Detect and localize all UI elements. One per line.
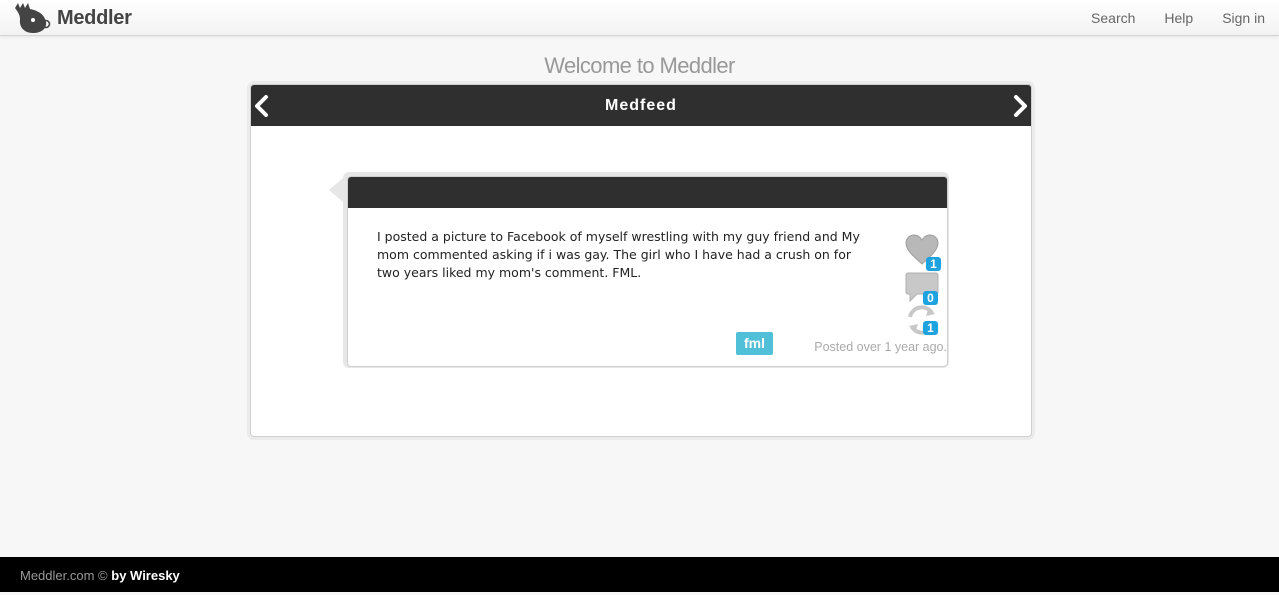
like-count: 1 <box>926 257 941 271</box>
post-card-pointer <box>329 178 343 202</box>
post-text: I posted a picture to Facebook of myself… <box>377 229 860 280</box>
footer: Meddler.com © by Wiresky <box>0 557 1279 592</box>
medfeed-title: Medfeed <box>605 97 677 114</box>
sloth-logo-icon <box>15 3 51 33</box>
footer-author-link[interactable]: by Wiresky <box>111 568 180 583</box>
medfeed-header: Medfeed <box>251 85 1031 126</box>
like-button[interactable]: 1 <box>905 233 941 271</box>
nav-search-link[interactable]: Search <box>1091 10 1135 26</box>
post-card: I posted a picture to Facebook of myself… <box>347 176 948 367</box>
brand-name: Meddler <box>57 6 132 29</box>
posted-time: Posted over 1 year ago. <box>814 340 947 354</box>
brand-link[interactable]: Meddler <box>12 2 132 34</box>
page-title: Welcome to Meddler <box>544 53 735 78</box>
comment-button[interactable]: 0 <box>905 271 939 305</box>
nav-help-link[interactable]: Help <box>1164 10 1193 26</box>
footer-text: Meddler.com © by Wiresky <box>20 557 180 595</box>
footer-site: Meddler.com © <box>20 568 108 583</box>
reshare-button[interactable]: 1 <box>905 303 939 337</box>
reshare-count: 1 <box>923 321 938 335</box>
top-navbar: Meddler Search Help Sign in <box>0 0 1279 36</box>
next-arrow-icon[interactable] <box>1011 95 1031 117</box>
nav-sign-in-link[interactable]: Sign in <box>1222 10 1265 26</box>
post-card-header <box>348 177 947 208</box>
top-nav: Search Help Sign in <box>1062 0 1265 35</box>
tag-fml[interactable]: fml <box>736 332 773 355</box>
